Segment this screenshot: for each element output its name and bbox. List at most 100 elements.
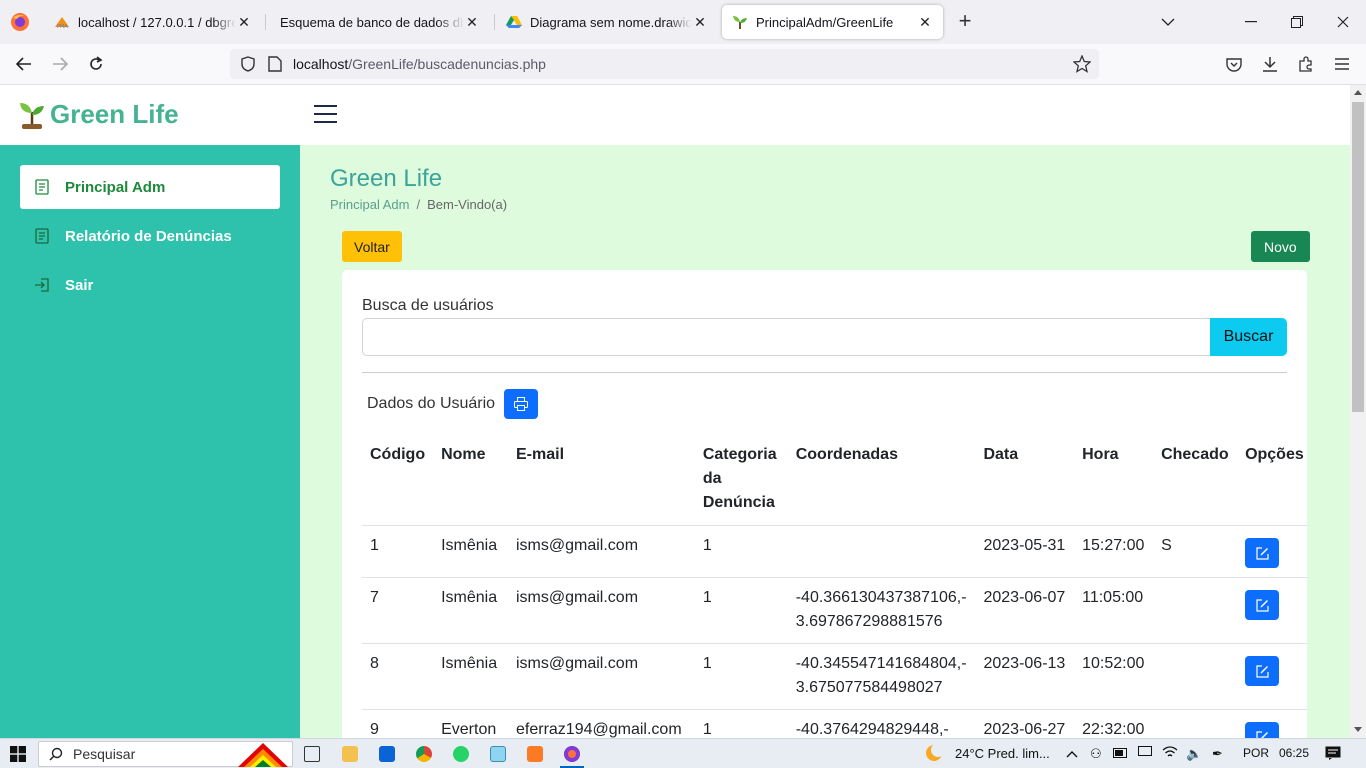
edit-button[interactable] (1245, 722, 1280, 738)
chrome-icon[interactable] (416, 746, 432, 762)
volume-icon[interactable]: 🔈 (1186, 746, 1202, 762)
url-bar[interactable]: localhost/GreenLife/buscadenuncias.php (230, 49, 1099, 79)
cell-nome: Everton (433, 709, 508, 738)
google-drive-icon (506, 14, 522, 30)
search-icon (49, 747, 63, 761)
cell-hora: 10:52:00 (1074, 643, 1154, 710)
notification-icon[interactable] (1325, 746, 1341, 763)
weather-text[interactable]: 24°C Pred. lim... (955, 746, 1050, 761)
col-data: Data (975, 435, 1075, 526)
firefox-icon[interactable] (8, 10, 32, 34)
taskbar-search[interactable]: Pesquisar (38, 741, 293, 767)
breadcrumb-separator: / (416, 197, 421, 212)
restore-icon[interactable] (1274, 0, 1320, 44)
cell-email: isms@gmail.com (508, 643, 695, 710)
tab-title: localhost / 127.0.0.1 / dbgreenlife (78, 14, 236, 30)
cell-data: 2023-06-27 (975, 709, 1075, 738)
breadcrumb-current: Bem-Vindo(a) (427, 197, 508, 212)
edit-button[interactable] (1245, 538, 1280, 568)
print-button[interactable] (504, 389, 538, 419)
page-icon[interactable] (268, 56, 282, 77)
whatsapp-icon[interactable] (453, 746, 469, 762)
cell-data: 2023-06-07 (975, 577, 1075, 644)
tab-drawio[interactable]: Diagrama sem nome.drawio - Google Drive … (496, 5, 718, 39)
battery-icon[interactable] (1113, 746, 1129, 761)
close-icon[interactable]: ✕ (692, 14, 708, 30)
pride-flag-icon (238, 743, 288, 767)
close-window-icon[interactable] (1320, 0, 1366, 44)
download-icon[interactable] (1258, 52, 1282, 76)
cell-nome: Ismênia (433, 577, 508, 644)
hamburger-menu-icon[interactable] (314, 105, 337, 125)
tray-chevron-icon[interactable] (1066, 746, 1078, 761)
wifi-icon[interactable] (1162, 746, 1178, 761)
xampp-icon[interactable] (527, 746, 543, 762)
novo-button[interactable]: Novo (1251, 231, 1310, 262)
tab-greenlife[interactable]: PrincipalAdm/GreenLife ✕ (722, 5, 943, 39)
task-view-icon[interactable] (304, 746, 320, 762)
sidebar: Principal Adm Relatório de Denúncias Sai… (0, 145, 300, 738)
reload-icon[interactable] (84, 52, 108, 76)
cell-hora: 15:27:00 (1074, 525, 1154, 578)
scroll-down-icon[interactable] (1354, 727, 1362, 732)
cell-coordenadas: -40.3764294829448,- (787, 709, 976, 738)
cell-coordenadas (787, 525, 976, 578)
language-indicator[interactable]: POR (1243, 746, 1269, 760)
minimize-icon[interactable] (1228, 0, 1274, 44)
tab-schema[interactable]: Esquema de banco de dados dbgreenlife ✕ (270, 5, 490, 39)
sidebar-item-relatorio[interactable]: Relatório de Denúncias (20, 214, 280, 258)
bookmark-star-icon[interactable] (1072, 54, 1092, 78)
document-icon (35, 228, 49, 244)
browser-tab-bar: PMA localhost / 127.0.0.1 / dbgreenlife … (0, 0, 1366, 44)
cell-checado (1153, 643, 1238, 710)
windows-start-icon[interactable] (10, 746, 26, 762)
network-icon[interactable]: ⚇ (1090, 746, 1102, 762)
tab-phpmyadmin[interactable]: PMA localhost / 127.0.0.1 / dbgreenlife … (44, 5, 262, 39)
cell-checado: S (1153, 525, 1238, 578)
cell-data: 2023-06-13 (975, 643, 1075, 710)
edit-button[interactable] (1245, 590, 1280, 620)
edit-button[interactable] (1245, 656, 1280, 686)
pocket-icon[interactable] (1222, 52, 1246, 76)
voltar-button[interactable]: Voltar (342, 231, 402, 262)
extensions-icon[interactable] (1294, 52, 1318, 76)
shield-icon[interactable] (240, 56, 256, 77)
display-icon[interactable] (1138, 746, 1152, 761)
col-checado: Checado (1153, 435, 1238, 526)
firefox-taskbar-icon[interactable] (564, 746, 580, 762)
sidebar-item-principal-adm[interactable]: Principal Adm (20, 165, 280, 209)
new-tab-plus-icon[interactable]: + (954, 10, 976, 34)
file-explorer-icon[interactable] (342, 746, 358, 762)
cell-opcoes (1237, 577, 1307, 644)
notepad-icon[interactable] (490, 746, 506, 762)
scroll-up-icon[interactable] (1354, 90, 1362, 95)
menu-icon[interactable] (1330, 52, 1354, 76)
cell-hora: 22:32:00 (1074, 709, 1154, 738)
mail-icon[interactable] (379, 746, 395, 762)
close-icon[interactable]: ✕ (236, 14, 252, 30)
url-text: localhost/GreenLife/buscadenuncias.php (293, 56, 546, 72)
close-icon[interactable]: ✕ (917, 14, 933, 30)
brand-logo[interactable]: Green Life (18, 99, 179, 130)
close-icon[interactable]: ✕ (464, 14, 480, 30)
pen-icon[interactable]: ✒ (1212, 746, 1223, 762)
breadcrumb-link[interactable]: Principal Adm (330, 197, 409, 212)
cell-categoria: 1 (694, 643, 788, 710)
scrollbar-thumb[interactable] (1352, 102, 1364, 412)
search-input[interactable] (362, 318, 1211, 356)
web-page: Green Life Principal Adm Relatório de De… (0, 85, 1350, 738)
buscar-button[interactable]: Buscar (1210, 318, 1287, 356)
col-opcoes: Opções (1237, 435, 1307, 526)
back-arrow-icon[interactable] (12, 52, 36, 76)
tab-list-chevron-icon[interactable] (1145, 0, 1191, 44)
forward-arrow-icon[interactable] (48, 52, 72, 76)
col-email: E-mail (508, 435, 695, 526)
clock[interactable]: 06:25 (1279, 746, 1309, 760)
edit-icon (1255, 598, 1269, 612)
sidebar-item-sair[interactable]: Sair (20, 263, 280, 307)
col-coordenadas: Coordenadas (787, 435, 976, 526)
col-categoria: Categoria da Denúncia (694, 435, 788, 526)
cell-data: 2023-05-31 (975, 525, 1075, 578)
cell-codigo: 7 (362, 577, 434, 644)
weather-icon[interactable] (924, 743, 946, 766)
